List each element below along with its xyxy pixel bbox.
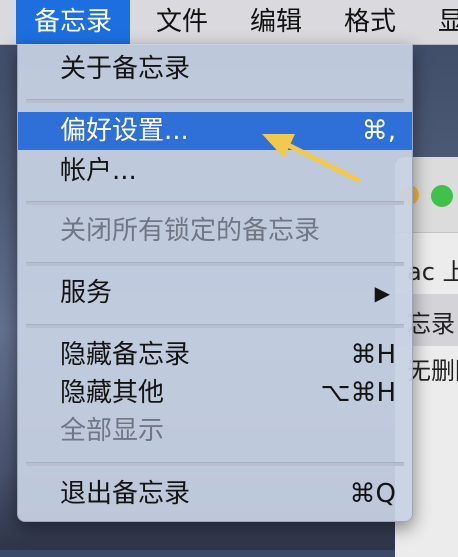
sidebar-folder-label[interactable]: 忘录	[407, 304, 455, 339]
menubar-edit[interactable]: 编辑	[232, 0, 320, 44]
menu-separator	[26, 201, 404, 205]
menu-item-quit[interactable]: 退出备忘录 ⌘Q	[18, 475, 412, 513]
menu-item-label: 退出备忘录	[60, 479, 191, 509]
menu-item-hide-others[interactable]: 隐藏其他 ⌥⌘H	[18, 374, 412, 412]
menubar-format[interactable]: 格式	[326, 0, 414, 44]
menu-item-label: 隐藏备忘录	[60, 340, 191, 370]
menu-item-close-locked: 关闭所有锁定的备忘录	[18, 212, 412, 250]
menu-separator	[26, 99, 404, 103]
menu-item-label: 服务	[60, 278, 113, 308]
notes-app-menu: 关于备忘录 偏好设置... ⌘, 帐户... 关闭所有锁定的备忘录 服务 ▶ 隐…	[17, 44, 413, 522]
menu-item-label: 关于备忘录	[60, 54, 191, 84]
sidebar-text: ac 上	[407, 258, 458, 286]
menu-bar: 备忘录 文件 编辑 格式 显	[0, 0, 458, 45]
menu-item-label: 帐户...	[60, 156, 137, 186]
shortcut-label: ⌘,	[361, 116, 396, 146]
menu-item-about[interactable]: 关于备忘录	[18, 50, 412, 88]
menubar-file[interactable]: 文件	[138, 0, 226, 44]
shortcut-label: ⌘Q	[349, 479, 396, 509]
menu-item-label: 关闭所有锁定的备忘录	[60, 216, 321, 246]
menubar-notes[interactable]: 备忘录	[16, 0, 131, 44]
sidebar-text-deleted: 无删除	[407, 357, 458, 385]
submenu-arrow-icon: ▶	[374, 281, 390, 305]
menu-item-services[interactable]: 服务 ▶	[18, 274, 412, 312]
menubar-view[interactable]: 显	[420, 0, 458, 44]
menu-item-label: 全部显示	[60, 416, 165, 446]
menu-item-accounts[interactable]: 帐户...	[18, 152, 412, 190]
menu-separator	[26, 324, 404, 328]
menu-separator	[26, 462, 404, 466]
menu-item-label: 隐藏其他	[60, 378, 165, 408]
shortcut-label: ⌘H	[350, 340, 396, 370]
zoom-button[interactable]	[431, 185, 453, 207]
menu-item-preferences[interactable]: 偏好设置... ⌘,	[18, 112, 412, 150]
menu-item-show-all: 全部显示	[18, 412, 412, 450]
shortcut-label: ⌥⌘H	[320, 378, 396, 408]
menu-item-label: 偏好设置...	[60, 116, 189, 146]
menu-item-hide[interactable]: 隐藏备忘录 ⌘H	[18, 336, 412, 374]
menu-separator	[26, 262, 404, 266]
